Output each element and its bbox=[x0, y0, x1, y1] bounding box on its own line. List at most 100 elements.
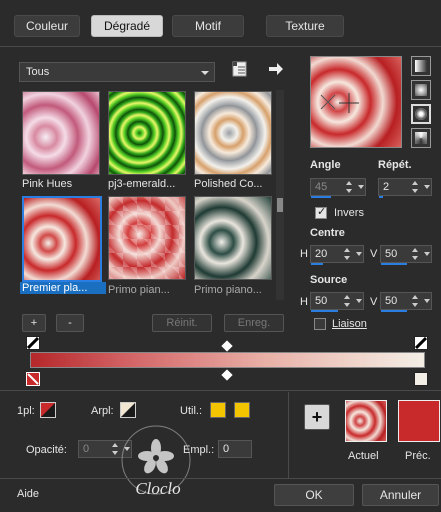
chevron-down-icon[interactable] bbox=[356, 252, 362, 256]
chevron-down-icon[interactable] bbox=[356, 299, 362, 303]
previous-label: Préc. bbox=[405, 450, 431, 462]
tab-motif[interactable]: Motif bbox=[172, 15, 244, 37]
gradient-preview[interactable] bbox=[310, 56, 402, 148]
invert-checkbox[interactable] bbox=[315, 205, 327, 219]
updown-icon[interactable] bbox=[345, 179, 355, 195]
location-value: 0 bbox=[223, 443, 230, 455]
reset-gradient-button[interactable]: Réinit. bbox=[152, 314, 212, 332]
ok-button[interactable]: OK bbox=[274, 484, 354, 506]
center-h-spinner[interactable]: 20 bbox=[310, 245, 364, 265]
center-h-label: H bbox=[300, 248, 308, 260]
first-plan-label: 1pl: bbox=[17, 405, 35, 417]
source-h-slider[interactable] bbox=[311, 310, 338, 312]
opacity-value: 0 bbox=[83, 443, 90, 455]
gradient-thumb-pink-hues[interactable] bbox=[22, 91, 100, 175]
gradient-label: Primo pian... bbox=[108, 284, 170, 296]
category-select[interactable]: Tous bbox=[19, 62, 215, 82]
center-v-label: V bbox=[370, 248, 378, 260]
first-plan-swatch[interactable] bbox=[40, 402, 56, 418]
source-h-value: 50 bbox=[315, 295, 328, 307]
center-v-value: 50 bbox=[385, 248, 398, 260]
gradient-thumb-emerald[interactable] bbox=[108, 91, 186, 175]
sunburst-style-button[interactable] bbox=[411, 104, 431, 124]
angle-value: 45 bbox=[315, 181, 328, 193]
stop-marker-top-right[interactable] bbox=[414, 336, 428, 350]
gradient-thumb-primo-piano-1[interactable] bbox=[108, 196, 186, 280]
help-link[interactable]: Aide bbox=[17, 488, 39, 500]
chevron-down-icon[interactable] bbox=[358, 185, 364, 189]
gradient-thumb-premier-plan[interactable] bbox=[22, 196, 102, 282]
stop-marker-top-left[interactable] bbox=[26, 336, 40, 350]
user-swatch-1[interactable] bbox=[210, 402, 226, 418]
radial-style-button[interactable] bbox=[411, 128, 431, 148]
arrow-right-icon[interactable] bbox=[268, 62, 284, 76]
gradient-label-selected: Premier pla... bbox=[20, 282, 106, 294]
footer-divider bbox=[0, 478, 441, 479]
source-v-value: 50 bbox=[385, 295, 398, 307]
gradient-thumb-polished[interactable] bbox=[194, 91, 272, 175]
tab-couleur[interactable]: Couleur bbox=[14, 15, 80, 37]
rectangular-style-button[interactable] bbox=[411, 80, 431, 100]
midpoint-marker-bottom[interactable] bbox=[221, 369, 233, 381]
center-v-spinner[interactable]: 50 bbox=[380, 245, 432, 265]
arrow-plan-swatch[interactable] bbox=[120, 402, 136, 418]
gradient-label: Primo piano... bbox=[194, 284, 262, 296]
current-label: Actuel bbox=[348, 450, 379, 462]
midpoint-marker-top[interactable] bbox=[221, 340, 233, 352]
linear-style-button[interactable] bbox=[411, 56, 431, 76]
invert-label: Invers bbox=[334, 207, 364, 219]
add-to-swatches-button[interactable]: + bbox=[304, 404, 330, 430]
source-h-spinner[interactable]: 50 bbox=[310, 292, 364, 312]
gradient-editor-bar[interactable] bbox=[30, 352, 425, 368]
angle-spinner[interactable]: 45 bbox=[310, 178, 366, 198]
tab-texture[interactable]: Texture bbox=[266, 15, 344, 37]
gradient-menu-icon[interactable] bbox=[232, 60, 248, 78]
color-stop-start[interactable] bbox=[26, 372, 40, 386]
cancel-button[interactable]: Annuler bbox=[362, 484, 439, 506]
center-h-value: 20 bbox=[315, 248, 328, 260]
source-h-label: H bbox=[300, 296, 308, 308]
tab-degrade[interactable]: Dégradé bbox=[91, 15, 163, 37]
link-checkbox[interactable] bbox=[314, 318, 326, 330]
user-swatch-2[interactable] bbox=[234, 402, 250, 418]
chevron-down-icon[interactable] bbox=[424, 299, 430, 303]
opacity-label: Opacité: bbox=[26, 444, 67, 456]
source-v-label: V bbox=[370, 296, 378, 308]
top-divider bbox=[0, 46, 441, 47]
add-gradient-button[interactable]: + bbox=[22, 314, 46, 332]
updown-icon[interactable] bbox=[411, 293, 421, 309]
gradient-thumb-primo-piano-2[interactable] bbox=[194, 196, 272, 280]
repeat-slider[interactable] bbox=[379, 196, 383, 198]
library-scrollbar-thumb[interactable] bbox=[277, 198, 283, 212]
editor-divider bbox=[0, 390, 441, 391]
repeat-spinner[interactable]: 2 bbox=[378, 178, 432, 198]
location-input[interactable]: 0 bbox=[218, 440, 252, 458]
gradient-label: pj3-emerald... bbox=[108, 178, 176, 190]
chevron-down-icon bbox=[201, 71, 209, 75]
repeat-label: Répét. bbox=[378, 159, 412, 171]
gradient-library: Pink Hues pj3-emerald... Polished Co... … bbox=[18, 88, 294, 300]
updown-icon[interactable] bbox=[343, 293, 353, 309]
center-v-slider[interactable] bbox=[381, 263, 407, 265]
updown-icon[interactable] bbox=[411, 179, 421, 195]
repeat-value: 2 bbox=[383, 181, 390, 193]
gradient-label: Polished Co... bbox=[194, 178, 263, 190]
watermark-text: Cloclo bbox=[135, 479, 180, 498]
category-select-value: Tous bbox=[26, 66, 50, 78]
center-h-slider[interactable] bbox=[311, 263, 323, 265]
updown-icon[interactable] bbox=[411, 246, 421, 262]
library-scrollbar[interactable] bbox=[276, 90, 284, 300]
save-gradient-button[interactable]: Enreg. bbox=[224, 314, 284, 332]
preview-divider bbox=[288, 392, 289, 478]
previous-preview-swatch[interactable] bbox=[398, 400, 440, 442]
angle-slider[interactable] bbox=[311, 196, 331, 198]
remove-gradient-button[interactable]: - bbox=[56, 314, 84, 332]
chevron-down-icon[interactable] bbox=[424, 185, 430, 189]
source-v-spinner[interactable]: 50 bbox=[380, 292, 432, 312]
chevron-down-icon[interactable] bbox=[424, 252, 430, 256]
watermark-logo: Cloclo bbox=[106, 420, 206, 500]
color-stop-end[interactable] bbox=[414, 372, 428, 386]
current-preview-swatch[interactable] bbox=[345, 400, 387, 442]
source-v-slider[interactable] bbox=[381, 310, 407, 312]
updown-icon[interactable] bbox=[343, 246, 353, 262]
